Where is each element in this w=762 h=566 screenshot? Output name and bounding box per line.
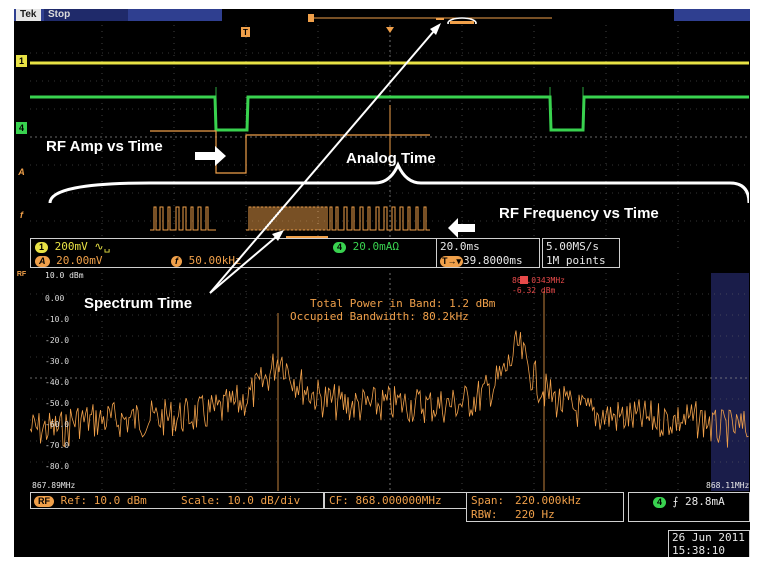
annotation-arrows: [209, 23, 441, 294]
oscilloscope-display: Tek Stop 1 4 A f RF T RF Amp vs Time Ana…: [14, 9, 750, 557]
date-label: 26 Jun 2011: [672, 531, 745, 544]
trigger-level: 28.8mA: [685, 495, 725, 508]
rbw-value: 220 Hz: [515, 508, 555, 521]
trigger-readout[interactable]: 4 ⨍ 28.8mA: [628, 492, 750, 522]
vertical-scale: Scale: 10.0 dB/div: [181, 494, 301, 507]
reference-level: Ref: 10.0 dBm: [60, 494, 147, 507]
rf-scale-readout[interactable]: RF Ref: 10.0 dBm Scale: 10.0 dB/div: [30, 492, 324, 509]
time-label: 15:38:10: [672, 544, 725, 557]
date-time-readout: 26 Jun 2011 15:38:10: [668, 530, 750, 557]
rising-edge-icon: ⨍: [672, 495, 679, 508]
span-rbw-readout[interactable]: Span: 220.000kHz RBW: 220 Hz: [466, 492, 624, 522]
figure-frame: Tek Stop 1 4 A f RF T RF Amp vs Time Ana…: [0, 0, 762, 566]
center-frequency-readout[interactable]: CF: 868.000000MHz: [324, 492, 473, 509]
span-value: 220.000kHz: [515, 494, 582, 507]
